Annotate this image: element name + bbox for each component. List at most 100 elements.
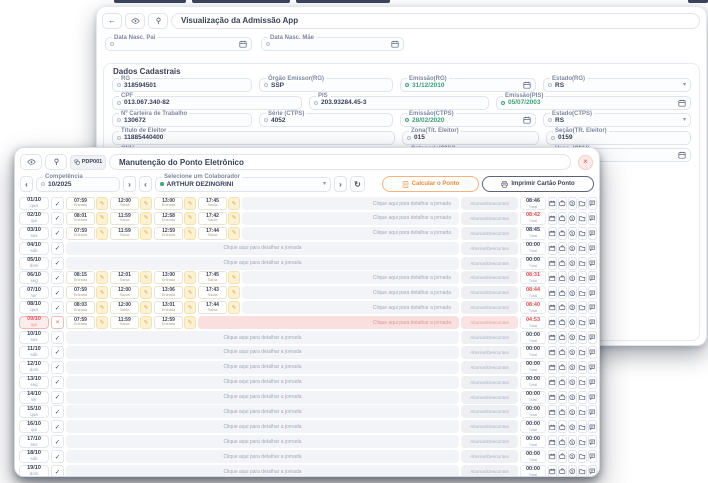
money-icon-button[interactable]: $	[568, 346, 577, 359]
edit-punch-button[interactable]: ✎	[228, 197, 240, 210]
calendar-icon-button[interactable]	[548, 212, 557, 225]
eye-icon-button[interactable]	[125, 13, 145, 29]
day-checkbox[interactable]: ✓	[51, 465, 64, 477]
comment-icon-button[interactable]	[588, 242, 597, 255]
field-emiss-o-rg[interactable]: Emissão(RG)31/12/2010	[400, 78, 536, 92]
money-icon-button[interactable]: $	[568, 391, 577, 404]
folder-icon-button[interactable]	[578, 271, 587, 284]
calendar-icon-button[interactable]	[548, 331, 557, 344]
comment-icon-button[interactable]	[588, 346, 597, 359]
edit-punch-button[interactable]: ✎	[184, 301, 196, 314]
day-checkbox[interactable]: ✓	[51, 212, 64, 225]
field-data-nasc-m-e[interactable]: Data Nasc. Mãe	[261, 37, 404, 51]
abonos-descontos-button[interactable]: Abonos/Descontos	[461, 420, 518, 433]
folder-icon-button[interactable]	[578, 257, 587, 270]
imprimir-cartao-button[interactable]: Imprimir Cartão Ponto	[482, 176, 594, 192]
briefcase-icon-button[interactable]	[558, 450, 567, 463]
field-se-o-tr-eleitor[interactable]: Seção(TR. Eleitor)0159	[546, 131, 691, 145]
briefcase-icon-button[interactable]	[558, 391, 567, 404]
calendar-icon-button[interactable]	[548, 450, 557, 463]
detail-journey-button[interactable]: Clique aqui para detalhar a jornada	[66, 361, 459, 374]
day-checkbox[interactable]: ✓	[51, 376, 64, 389]
money-icon-button[interactable]: $	[568, 286, 577, 299]
abonos-descontos-button[interactable]: Abonos/Descontos	[461, 227, 518, 240]
calendar-icon-button[interactable]	[548, 197, 557, 210]
comment-icon-button[interactable]	[588, 316, 597, 329]
edit-punch-button[interactable]: ✎	[228, 212, 240, 225]
day-checkbox[interactable]: ✓	[51, 391, 64, 404]
edit-punch-button[interactable]: ✎	[228, 227, 240, 240]
day-checkbox[interactable]: ✓	[51, 227, 64, 240]
briefcase-icon-button[interactable]	[558, 361, 567, 374]
briefcase-icon-button[interactable]	[558, 212, 567, 225]
detail-journey-button[interactable]: Clique aqui para detalhar a jornada	[242, 197, 459, 210]
detail-journey-button[interactable]: Clique aqui para detalhar a jornada	[242, 301, 459, 314]
calendar-icon-button[interactable]	[548, 346, 557, 359]
folder-icon-button[interactable]	[578, 405, 587, 418]
day-checkbox[interactable]: ✓	[51, 197, 64, 210]
edit-punch-button[interactable]: ✎	[96, 271, 108, 284]
folder-icon-button[interactable]	[578, 361, 587, 374]
edit-punch-button[interactable]: ✎	[228, 301, 240, 314]
calendar-icon-button[interactable]	[548, 405, 557, 418]
briefcase-icon-button[interactable]	[558, 435, 567, 448]
detail-journey-button[interactable]: Clique aqui para detalhar a jornada	[66, 450, 459, 463]
day-checkbox[interactable]: ×	[51, 316, 64, 329]
comment-icon-button[interactable]	[588, 301, 597, 314]
calendar-icon-button[interactable]	[548, 271, 557, 284]
day-checkbox[interactable]: ✓	[51, 405, 64, 418]
field-pis[interactable]: PIS203.93284.45-3	[309, 96, 489, 110]
briefcase-icon-button[interactable]	[558, 316, 567, 329]
briefcase-icon-button[interactable]	[558, 405, 567, 418]
abonos-descontos-button[interactable]: Abonos/Descontos	[461, 450, 518, 463]
field-s-rie-ctps[interactable]: Série (CTPS)4052	[259, 113, 393, 127]
edit-punch-button[interactable]: ✎	[184, 197, 196, 210]
detail-journey-button[interactable]: Clique aqui para detalhar a jornada	[66, 346, 459, 359]
abonos-descontos-button[interactable]: Abonos/Descontos	[461, 271, 518, 284]
comment-icon-button[interactable]	[588, 197, 597, 210]
day-checkbox[interactable]: ✓	[51, 286, 64, 299]
edit-punch-button[interactable]: ✎	[96, 227, 108, 240]
day-checkbox[interactable]: ✓	[51, 420, 64, 433]
comment-icon-button[interactable]	[588, 435, 597, 448]
money-icon-button[interactable]: $	[568, 450, 577, 463]
detail-journey-button[interactable]: Clique aqui para detalhar a jornada	[242, 286, 459, 299]
field-cpf[interactable]: CPF013.067.340-82	[112, 96, 302, 110]
abonos-descontos-button[interactable]: Abonos/Descontos	[461, 197, 518, 210]
calendar-icon-button[interactable]	[548, 286, 557, 299]
briefcase-icon-button[interactable]	[558, 197, 567, 210]
edit-punch-button[interactable]: ✎	[184, 271, 196, 284]
calendar-icon-button[interactable]	[548, 435, 557, 448]
edit-punch-button[interactable]: ✎	[96, 197, 108, 210]
money-icon-button[interactable]: $	[568, 242, 577, 255]
day-checkbox[interactable]: ✓	[51, 361, 64, 374]
field-rg[interactable]: RG318594501	[112, 78, 252, 92]
money-icon-button[interactable]: $	[568, 257, 577, 270]
day-checkbox[interactable]: ✓	[51, 242, 64, 255]
calendar-icon[interactable]	[523, 81, 531, 89]
back-button[interactable]: ←	[102, 13, 122, 29]
abonos-descontos-button[interactable]: Abonos/Descontos	[461, 361, 518, 374]
edit-punch-button[interactable]: ✎	[140, 212, 152, 225]
folder-icon-button[interactable]	[578, 197, 587, 210]
day-checkbox[interactable]: ✓	[51, 271, 64, 284]
detail-journey-button[interactable]: Clique aqui para detalhar a jornada	[66, 331, 459, 344]
folder-icon-button[interactable]	[578, 242, 587, 255]
colaborador-next-button[interactable]: ›	[334, 176, 347, 192]
calendar-icon-button[interactable]	[548, 420, 557, 433]
comment-icon-button[interactable]	[588, 450, 597, 463]
folder-icon-button[interactable]	[578, 376, 587, 389]
competencia-field[interactable]: Competência 10/2025	[36, 177, 120, 192]
abonos-descontos-button[interactable]: Abonos/Descontos	[461, 465, 518, 477]
field-estado-ctps[interactable]: Estado(CTPS)RS▾	[543, 113, 691, 127]
folder-icon-button[interactable]	[578, 286, 587, 299]
detail-journey-button[interactable]: Clique aqui para detalhar a jornada	[242, 271, 459, 284]
comment-icon-button[interactable]	[588, 227, 597, 240]
field-t-tulo-de-eleitor[interactable]: Título de Eleitor11885440400	[112, 131, 395, 145]
edit-punch-button[interactable]: ✎	[140, 286, 152, 299]
edit-punch-button[interactable]: ✎	[140, 271, 152, 284]
edit-punch-button[interactable]: ✎	[140, 227, 152, 240]
abonos-descontos-button[interactable]: Abonos/Descontos	[461, 376, 518, 389]
day-checkbox[interactable]: ✓	[51, 450, 64, 463]
edit-punch-button[interactable]: ✎	[96, 316, 108, 329]
